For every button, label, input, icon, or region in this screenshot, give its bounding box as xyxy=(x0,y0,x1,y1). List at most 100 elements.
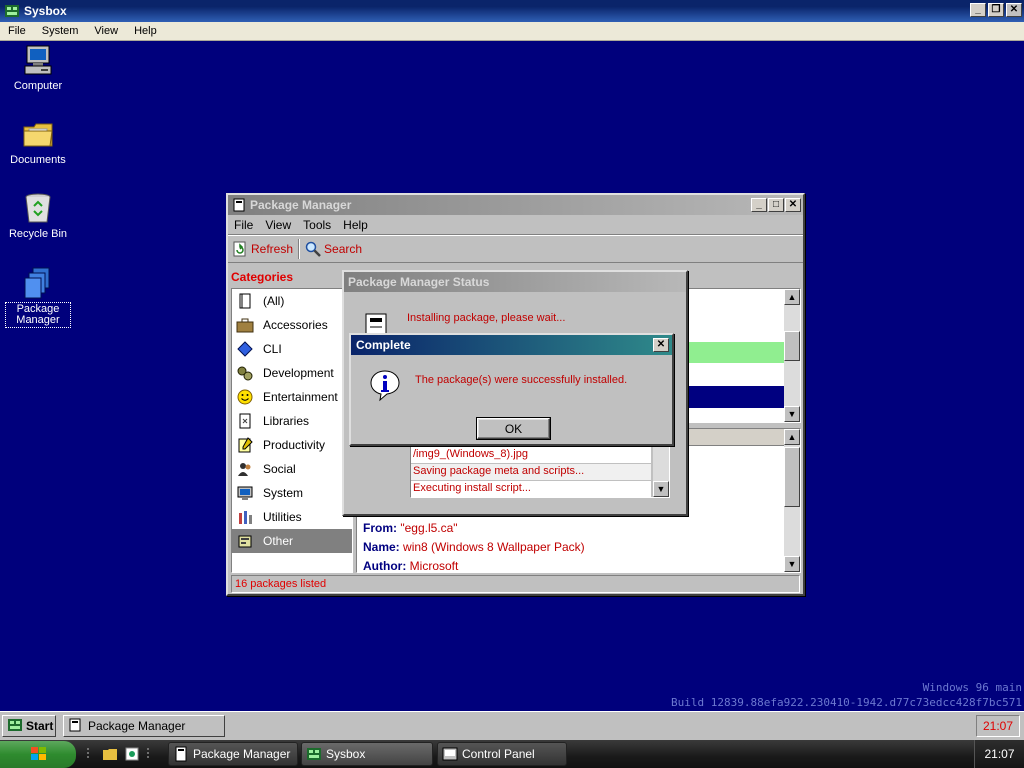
category-label: Development xyxy=(263,366,334,380)
package-manager-titlebar[interactable]: Package Manager _ □ ✕ xyxy=(228,195,803,215)
start-button[interactable]: Start xyxy=(2,715,56,737)
xp-start-button[interactable] xyxy=(0,741,76,768)
category-libraries[interactable]: Libraries xyxy=(232,409,352,433)
complete-dialog-titlebar[interactable]: Complete ✕ xyxy=(351,335,672,355)
name-value: win8 (Windows 8 Wallpaper Pack) xyxy=(403,540,585,554)
desktop-icon-computer[interactable]: Computer xyxy=(2,43,74,93)
scroll-up-icon[interactable]: ▲ xyxy=(784,289,800,305)
close-icon[interactable]: ✕ xyxy=(653,338,669,352)
category-label: CLI xyxy=(263,342,282,356)
scroll-thumb[interactable] xyxy=(784,331,800,361)
category-label: (All) xyxy=(263,294,285,308)
name-label: Name: xyxy=(363,540,400,554)
scroll-down-icon[interactable]: ▼ xyxy=(784,406,800,422)
restore-icon[interactable]: ❐ xyxy=(988,3,1004,17)
category-all[interactable]: (All) xyxy=(232,289,352,313)
scroll-down-icon[interactable]: ▼ xyxy=(784,556,800,572)
log-line: Saving package meta and scripts... xyxy=(411,464,651,480)
pm-menu-help[interactable]: Help xyxy=(337,218,374,232)
from-label: From: xyxy=(363,521,397,535)
recycle-bin-icon xyxy=(21,191,55,225)
control-panel-icon xyxy=(442,746,458,762)
host-taskbar: Package Manager Sysbox Control Panel 21:… xyxy=(0,740,1024,768)
minimize-icon[interactable]: _ xyxy=(970,3,986,17)
info-icon xyxy=(368,368,402,405)
w96-clock: 21:07 xyxy=(976,715,1020,737)
host-task-control-panel[interactable]: Control Panel xyxy=(437,742,567,766)
scroll-down-icon[interactable]: ▼ xyxy=(653,481,669,497)
detail-author: Author: Microsoft xyxy=(363,559,458,573)
package-list-scrollbar[interactable]: ▲ ▼ xyxy=(784,289,800,422)
log-scrollbar[interactable]: ▼ xyxy=(653,447,669,497)
misc-icon xyxy=(236,532,254,550)
close-icon[interactable]: ✕ xyxy=(1006,3,1022,17)
search-icon xyxy=(305,241,321,257)
category-label: Utilities xyxy=(263,510,302,524)
category-social[interactable]: Social xyxy=(232,457,352,481)
host-task-package-manager[interactable]: Package Manager xyxy=(168,742,298,766)
host-menu-help[interactable]: Help xyxy=(126,25,165,37)
category-cli[interactable]: CLI xyxy=(232,337,352,361)
computer-icon xyxy=(21,43,55,77)
category-label: System xyxy=(263,486,304,500)
taskbar-task-label: Package Manager xyxy=(88,719,186,733)
package-icon xyxy=(173,746,189,762)
minimize-icon[interactable]: _ xyxy=(751,198,767,212)
toolbar-separator xyxy=(298,239,301,259)
monitor-icon xyxy=(236,484,254,502)
category-accessories[interactable]: Accessories xyxy=(232,313,352,337)
status-dialog-titlebar[interactable]: Package Manager Status xyxy=(344,272,686,292)
detail-from: From: "egg.l5.ca" xyxy=(363,521,458,535)
scroll-thumb[interactable] xyxy=(784,447,800,507)
smiley-icon xyxy=(236,388,254,406)
host-task-sysbox[interactable]: Sysbox xyxy=(301,742,433,766)
close-icon[interactable]: ✕ xyxy=(785,198,801,212)
desktop-icon-documents[interactable]: Documents xyxy=(2,117,74,167)
category-other[interactable]: Other xyxy=(232,529,352,553)
folder-icon xyxy=(21,117,55,151)
pm-menu-view[interactable]: View xyxy=(259,218,297,232)
package-manager-icon xyxy=(21,265,55,299)
scroll-up-icon[interactable]: ▲ xyxy=(784,429,800,445)
host-menu-system[interactable]: System xyxy=(34,25,87,37)
library-icon xyxy=(236,412,254,430)
host-title: Sysbox xyxy=(24,4,67,18)
ok-button[interactable]: OK xyxy=(476,417,551,440)
log-line: Executing install script... xyxy=(411,481,651,497)
folder-quicklaunch-icon[interactable] xyxy=(102,746,118,765)
host-menu-view[interactable]: View xyxy=(86,25,126,37)
desktop-icon-package-manager[interactable]: Package Manager xyxy=(2,265,74,328)
taskbar-task-package-manager[interactable]: Package Manager xyxy=(63,715,225,737)
author-label: Author: xyxy=(363,559,407,573)
refresh-icon xyxy=(232,241,248,257)
category-utilities[interactable]: Utilities xyxy=(232,505,352,529)
category-label: Social xyxy=(263,462,296,476)
category-development[interactable]: Development xyxy=(232,361,352,385)
category-entertainment[interactable]: Entertainment xyxy=(232,385,352,409)
quicklaunch-separator-icon xyxy=(146,746,154,765)
maximize-icon[interactable]: □ xyxy=(768,198,784,212)
status-bar: 16 packages listed xyxy=(231,575,800,593)
detail-name: Name: win8 (Windows 8 Wallpaper Pack) xyxy=(363,540,585,554)
category-label: Libraries xyxy=(263,414,310,428)
windows-logo-icon xyxy=(30,746,48,765)
details-scrollbar[interactable]: ▲ ▼ xyxy=(784,429,800,572)
tools-icon xyxy=(236,508,254,526)
categories-heading: Categories xyxy=(231,270,294,284)
refresh-button[interactable]: Refresh xyxy=(228,241,297,257)
desktop-icon-label: Documents xyxy=(10,154,66,166)
status-message: Installing package, please wait... xyxy=(407,312,566,324)
desktop-icon-recycle-bin[interactable]: Recycle Bin xyxy=(2,191,74,241)
desktop-icon-label: Package Manager xyxy=(5,302,71,328)
page-icon xyxy=(236,292,254,310)
pm-menu-tools[interactable]: Tools xyxy=(297,218,337,232)
category-system[interactable]: System xyxy=(232,481,352,505)
diamond-icon xyxy=(236,340,254,358)
start-logo-icon xyxy=(7,717,23,736)
search-button[interactable]: Search xyxy=(301,241,366,257)
host-menu-file[interactable]: File xyxy=(0,25,34,37)
browser-quicklaunch-icon[interactable] xyxy=(124,746,140,765)
category-productivity[interactable]: Productivity xyxy=(232,433,352,457)
briefcase-icon xyxy=(236,316,254,334)
pm-menu-file[interactable]: File xyxy=(228,218,259,232)
